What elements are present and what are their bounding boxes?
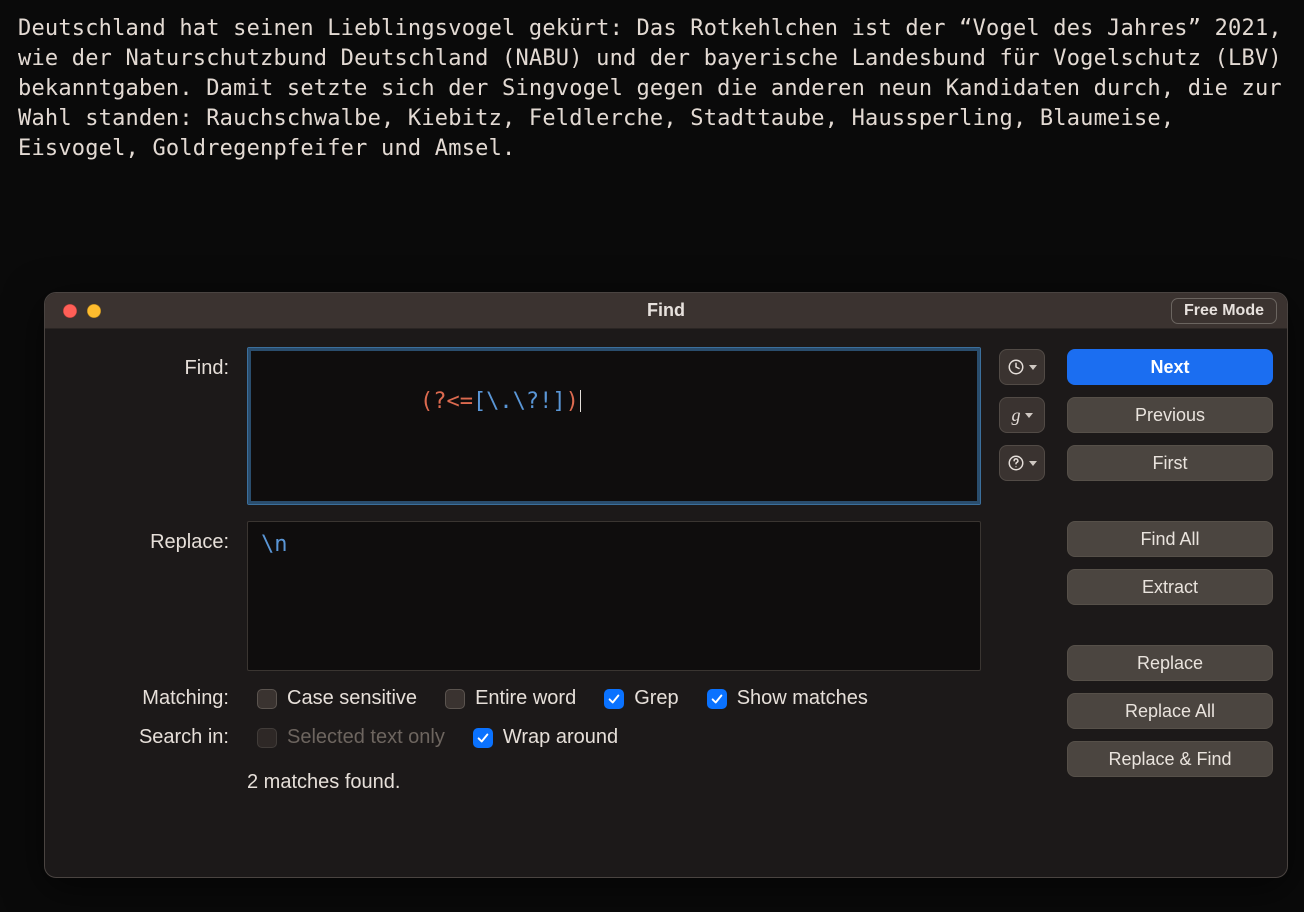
previous-button[interactable]: Previous — [1067, 397, 1273, 433]
checkbox-label: Grep — [634, 687, 678, 710]
find-input[interactable] — [247, 347, 981, 505]
checkbox-checked-icon — [707, 689, 727, 709]
clock-icon — [1007, 358, 1025, 376]
replace-label: Replace: — [59, 521, 229, 554]
checkbox-label: Selected text only — [287, 726, 445, 749]
checkbox-icon — [257, 689, 277, 709]
checkbox-checked-icon — [604, 689, 624, 709]
entire-word-checkbox[interactable]: Entire word — [445, 687, 576, 710]
chevron-down-icon — [1025, 413, 1033, 418]
matching-label: Matching: — [59, 687, 229, 710]
replace-input[interactable] — [247, 521, 981, 671]
replace-all-button[interactable]: Replace All — [1067, 693, 1273, 729]
matching-row: Matching: Case sensitive Entire word Gre… — [59, 687, 1049, 710]
find-dialog: Find Free Mode Find: (?<=[\.\?!]) — [44, 292, 1288, 878]
checkbox-label: Wrap around — [503, 726, 618, 749]
help-icon — [1007, 454, 1025, 472]
replace-row: Replace: \n — [59, 521, 1049, 671]
first-button[interactable]: First — [1067, 445, 1273, 481]
help-menu-button[interactable] — [999, 445, 1045, 481]
checkbox-label: Entire word — [475, 687, 576, 710]
close-icon[interactable] — [63, 304, 77, 318]
grep-checkbox[interactable]: Grep — [604, 687, 678, 710]
replace-find-button[interactable]: Replace & Find — [1067, 741, 1273, 777]
chevron-down-icon — [1029, 461, 1037, 466]
chevron-down-icon — [1029, 365, 1037, 370]
minimize-icon[interactable] — [87, 304, 101, 318]
window-controls — [45, 304, 101, 318]
button-column: Next Previous First Find All Extract Rep… — [1067, 347, 1273, 867]
checkbox-label: Show matches — [737, 687, 868, 710]
show-matches-checkbox[interactable]: Show matches — [707, 687, 868, 710]
checkbox-icon — [445, 689, 465, 709]
case-sensitive-checkbox[interactable]: Case sensitive — [257, 687, 417, 710]
search-in-label: Search in: — [59, 726, 229, 749]
extract-button[interactable]: Extract — [1067, 569, 1273, 605]
search-in-row: Search in: Selected text only Wrap aroun… — [59, 726, 1049, 749]
status-row: 2 matches found. — [59, 765, 1049, 794]
history-menu-button[interactable] — [999, 349, 1045, 385]
find-row: Find: (?<=[\.\?!]) — [59, 347, 1049, 505]
checkbox-label: Case sensitive — [287, 687, 417, 710]
find-label: Find: — [59, 347, 229, 380]
editor-text: Deutschland hat seinen Lieblingsvogel ge… — [0, 0, 1304, 164]
wrap-around-checkbox[interactable]: Wrap around — [473, 726, 618, 749]
match-count-text: 2 matches found. — [247, 765, 400, 794]
checkbox-checked-icon — [473, 728, 493, 748]
titlebar: Find Free Mode — [45, 293, 1287, 329]
checkbox-icon — [257, 728, 277, 748]
selected-text-only-checkbox: Selected text only — [257, 726, 445, 749]
grep-menu-button[interactable]: g — [999, 397, 1045, 433]
dialog-title: Find — [45, 300, 1287, 321]
find-all-button[interactable]: Find All — [1067, 521, 1273, 557]
grep-g-icon: g — [1012, 406, 1021, 424]
mode-toggle[interactable]: Free Mode — [1171, 298, 1277, 324]
next-button[interactable]: Next — [1067, 349, 1273, 385]
replace-button[interactable]: Replace — [1067, 645, 1273, 681]
